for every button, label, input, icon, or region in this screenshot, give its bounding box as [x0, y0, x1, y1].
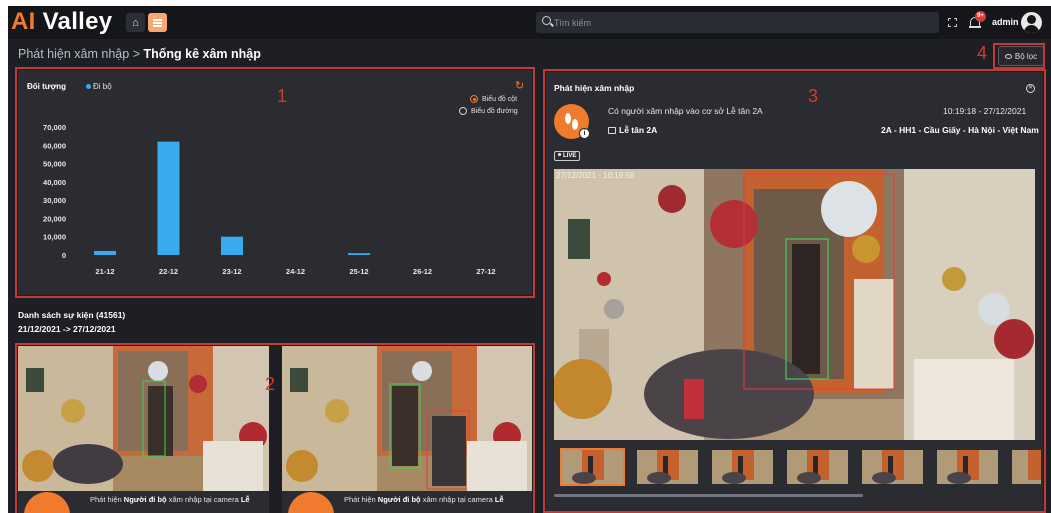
event-list-date-range: 21/12/2021 -> 27/12/2021	[18, 324, 116, 334]
breadcrumb-separator: >	[132, 47, 140, 61]
user-name[interactable]: admin	[992, 17, 1019, 27]
annotation-number-4: 4	[977, 43, 988, 63]
logo-ai: AI	[11, 8, 36, 35]
search-icon	[542, 16, 551, 25]
annotation-box-1	[15, 67, 535, 298]
menu-button[interactable]	[148, 13, 167, 32]
annotation-box-3	[543, 69, 1046, 513]
breadcrumb-parent[interactable]: Phát hiện xâm nhập	[18, 47, 129, 61]
page-title: Thống kê xâm nhập	[143, 47, 261, 61]
home-icon: ⌂	[132, 16, 139, 29]
notification-badge: 9+	[975, 11, 986, 22]
annotation-box-4	[993, 43, 1045, 69]
app-logo[interactable]: AI Valley	[11, 9, 112, 35]
annotation-number-3: 3	[808, 86, 819, 106]
search-input[interactable]	[554, 14, 924, 31]
event-list-title: Danh sách sự kiện (41561)	[18, 310, 126, 320]
event-list-header: Danh sách sự kiện (41561) 21/12/2021 -> …	[18, 308, 125, 336]
annotation-box-2	[15, 343, 535, 513]
top-bar: AI Valley ⌂ 9+ admin	[8, 6, 1051, 39]
home-button[interactable]: ⌂	[126, 13, 145, 32]
hamburger-icon	[153, 18, 162, 27]
annotation-number-1: 1	[277, 86, 288, 106]
breadcrumb: Phát hiện xâm nhập > Thống kê xâm nhập	[18, 47, 261, 61]
logo-valley: Valley	[42, 8, 113, 35]
annotation-number-2: 2	[265, 374, 276, 394]
avatar[interactable]	[1021, 12, 1042, 33]
app-window: AI Valley ⌂ 9+ admin Phát hiện xâm nhập …	[8, 6, 1051, 513]
search-box	[536, 12, 939, 33]
fullscreen-icon[interactable]	[948, 18, 957, 27]
